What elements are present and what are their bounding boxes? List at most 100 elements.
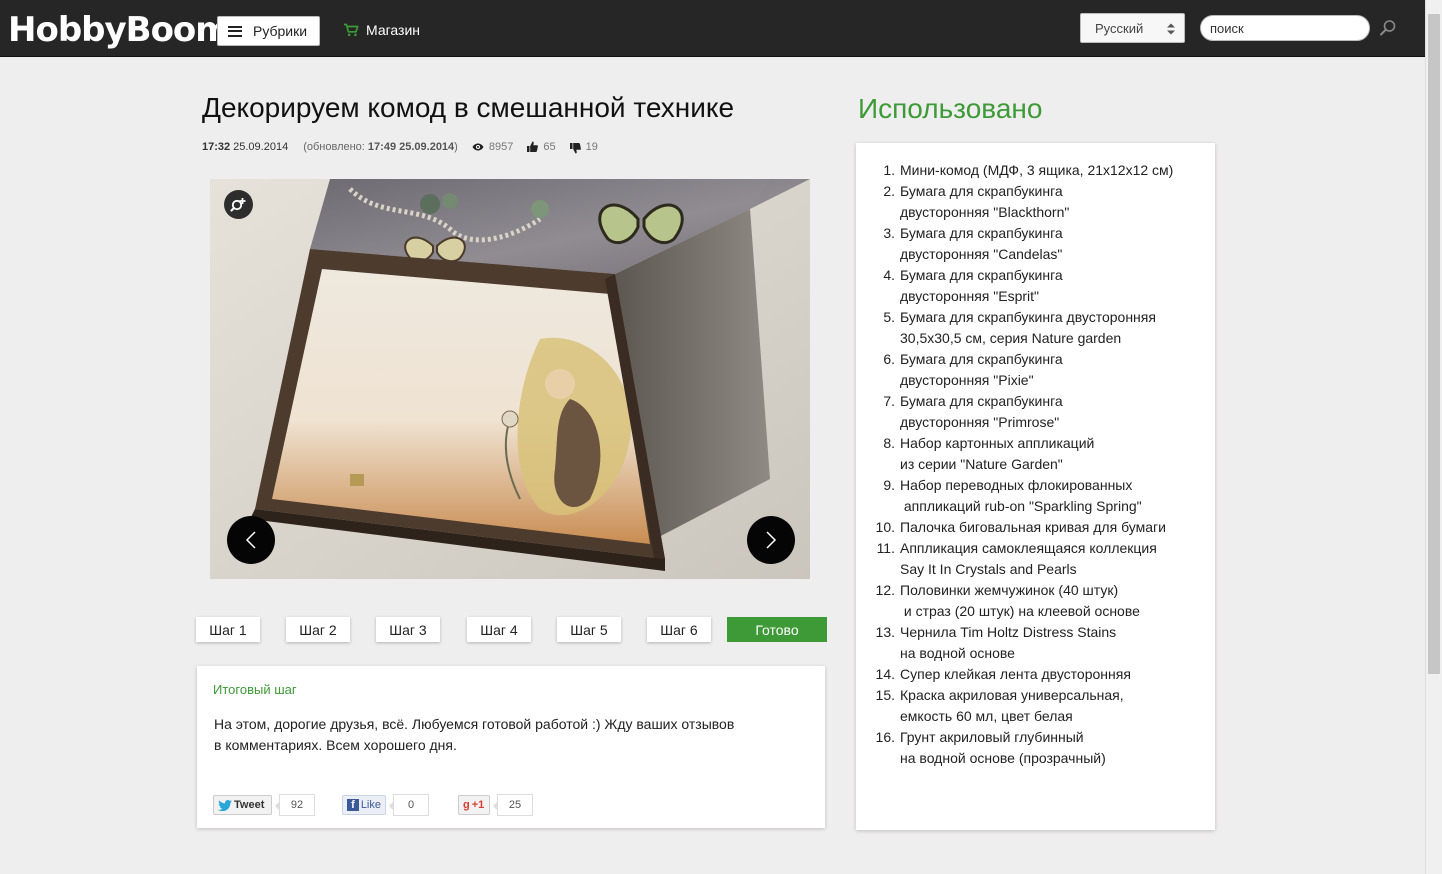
step-tab-5[interactable]: Шаг 5 (557, 617, 621, 642)
material-number: 5. (883, 309, 895, 325)
material-number: 16. (875, 729, 895, 745)
material-text-line: Краска акриловая универсальная, (900, 687, 1124, 703)
material-text-line: Бумага для скрапбукинга (900, 267, 1063, 283)
material-item: 4. Бумага для скрапбукинга двусторонняя "E… (856, 265, 1215, 307)
thumbs-up-icon (527, 141, 539, 152)
material-text-line: двусторонняя "Primrose" (900, 414, 1060, 430)
material-item: 13. Чернила Tim Holtz Distress Stains на в… (856, 622, 1215, 664)
material-text[interactable]: Бумага для скрапбукинга двусторонняя "Pix… (900, 349, 1063, 391)
material-text-line: на водной основе (прозрачный) (900, 750, 1106, 766)
material-text-line: на водной основе (900, 645, 1015, 661)
tweet-share: Tweet 92 (213, 794, 315, 816)
material-item: 14. Супер клейкая лента двусторонняя (856, 664, 1215, 685)
shop-link[interactable]: Магазин (343, 22, 420, 38)
material-number: 7. (883, 393, 895, 409)
chevron-left-icon (245, 531, 256, 549)
material-item: 3. Бумага для скрапбукинга двусторонняя "C… (856, 223, 1215, 265)
material-text[interactable]: Бумага для скрапбукинга двусторонняя "Can… (900, 223, 1063, 265)
likes-count: 65 (543, 140, 556, 153)
material-text[interactable]: Половинки жемчужинок (40 штук) и страз (… (900, 580, 1140, 622)
material-text-line: двусторонняя "Candelas" (900, 246, 1063, 262)
material-text[interactable]: Палочка биговальная кривая для бумаги (900, 517, 1166, 538)
material-number: 2. (883, 183, 895, 199)
step-tab-6[interactable]: Шаг 6 (647, 617, 711, 642)
material-text-line: Аппликация самоклеящаяся коллекция (900, 540, 1157, 556)
next-photo-button[interactable] (747, 516, 795, 564)
material-item: 2. Бумага для скрапбукинга двусторонняя "B… (856, 181, 1215, 223)
material-text[interactable]: Мини-комод (МДФ, 3 ящика, 21x12x12 см) (900, 160, 1173, 181)
likes-stat[interactable]: 65 (527, 140, 556, 153)
like-button[interactable]: f Like (342, 795, 386, 815)
material-text-line: из серии "Nature Garden" (900, 456, 1063, 472)
select-arrows-icon (1167, 23, 1175, 35)
dislikes-stat[interactable]: 19 (569, 139, 598, 154)
gplus-share: g +1 25 (458, 794, 533, 816)
like-count: 0 (389, 794, 429, 816)
material-number: 11. (876, 540, 895, 556)
search-icon[interactable] (1378, 18, 1398, 38)
material-text[interactable]: Грунт акриловый глубинный на водной основ… (900, 727, 1106, 769)
material-text-line: Бумага для скрапбукинга (900, 183, 1063, 199)
rubrics-button[interactable]: Рубрики (217, 16, 320, 46)
publish-date: 25.09.2014 (233, 140, 289, 153)
material-item: 5. Бумага для скрапбукинга двусторонняя 30… (856, 307, 1215, 349)
material-text-line: Бумага для скрапбукинга двусторонняя (900, 309, 1156, 325)
gplus-button[interactable]: g +1 (458, 795, 490, 815)
material-text-line: Палочка биговальная кривая для бумаги (900, 519, 1166, 535)
material-text[interactable]: Краска акриловая универсальная, емкость 6… (900, 685, 1124, 727)
materials-list: 1. Мини-комод (МДФ, 3 ящика, 21x12x12 см)… (856, 160, 1215, 769)
prev-photo-button[interactable] (227, 516, 275, 564)
tweet-label: Tweet (234, 799, 265, 811)
material-text[interactable]: Набор переводных флокированных аппликаци… (900, 475, 1142, 517)
shop-label: Магазин (366, 22, 421, 38)
material-text-line: Набор картонных аппликаций (900, 435, 1095, 451)
top-bar: HobbyBoom Рубрики Магазин Русский (0, 0, 1425, 57)
material-text-line: двусторонняя "Blackthorn" (900, 204, 1070, 220)
material-item: 7. Бумага для скрапбукинга двусторонняя "P… (856, 391, 1215, 433)
updated-value: 17:49 25.09.2014 (367, 140, 455, 153)
step-tab-4[interactable]: Шаг 4 (467, 617, 531, 642)
article-photo[interactable] (210, 179, 810, 579)
zoom-button[interactable] (224, 190, 253, 219)
material-text[interactable]: Чернила Tim Holtz Distress Stains на водн… (900, 622, 1116, 664)
step-card-text: На этом, дорогие друзья, всё. Любуемся г… (214, 714, 774, 756)
material-text[interactable]: Аппликация самоклеящаяся коллекция Say It… (900, 538, 1157, 580)
material-text-line: двусторонняя "Esprit" (900, 288, 1039, 304)
material-number: 1. (883, 162, 895, 178)
tweet-button[interactable]: Tweet (213, 795, 272, 815)
material-number: 9. (883, 477, 895, 493)
language-select[interactable]: Русский (1080, 13, 1185, 43)
material-text[interactable]: Бумага для скрапбукинга двусторонняя "Pri… (900, 391, 1063, 433)
step-tab-done[interactable]: Готово (727, 617, 827, 642)
views-stat: 8957 (472, 141, 513, 153)
material-text[interactable]: Бумага для скрапбукинга двусторонняя "Bla… (900, 181, 1069, 223)
search-input[interactable] (1200, 15, 1370, 41)
step-tabs: Шаг 1 Шаг 2 Шаг 3 Шаг 4 Шаг 5 Шаг 6 Гото… (0, 617, 1442, 643)
material-text-line: Бумага для скрапбукинга (900, 351, 1063, 367)
tweet-count: 92 (275, 794, 315, 816)
material-text-line: Бумага для скрапбукинга (900, 393, 1063, 409)
material-item: 12. Половинки жемчужинок (40 штук) и стра… (856, 580, 1215, 622)
material-item: 11. Аппликация самоклеящаяся коллекция Say… (856, 538, 1215, 580)
step-tab-2[interactable]: Шаг 2 (286, 617, 350, 642)
material-text[interactable]: Бумага для скрапбукинга двусторонняя 30,5… (900, 307, 1156, 349)
eye-icon (472, 143, 484, 150)
material-text-line: емкость 60 мл, цвет белая (900, 708, 1073, 724)
material-number: 15. (875, 687, 895, 703)
material-text[interactable]: Супер клейкая лента двусторонняя (900, 664, 1131, 685)
thumbs-down-icon (569, 143, 581, 154)
scrollbar-thumb[interactable] (1428, 14, 1440, 674)
step-card-title: Итоговый шаг (213, 682, 297, 697)
step-tab-3[interactable]: Шаг 3 (376, 617, 440, 642)
material-text[interactable]: Набор картонных аппликаций из серии "Natu… (900, 433, 1094, 475)
page-scrollbar[interactable] (1425, 0, 1442, 874)
material-text-line: Бумага для скрапбукинга (900, 225, 1063, 241)
material-text[interactable]: Бумага для скрапбукинга двусторонняя "Esp… (900, 265, 1063, 307)
material-number: 8. (883, 435, 895, 451)
article-title: Декорируем комод в смешанной технике (202, 92, 735, 123)
decorated-chest-image (210, 179, 810, 579)
site-logo[interactable]: HobbyBoom (8, 8, 231, 52)
step-tab-1[interactable]: Шаг 1 (196, 617, 260, 642)
material-text-line: Половинки жемчужинок (40 штук) (900, 582, 1119, 598)
dislikes-count: 19 (585, 140, 598, 153)
